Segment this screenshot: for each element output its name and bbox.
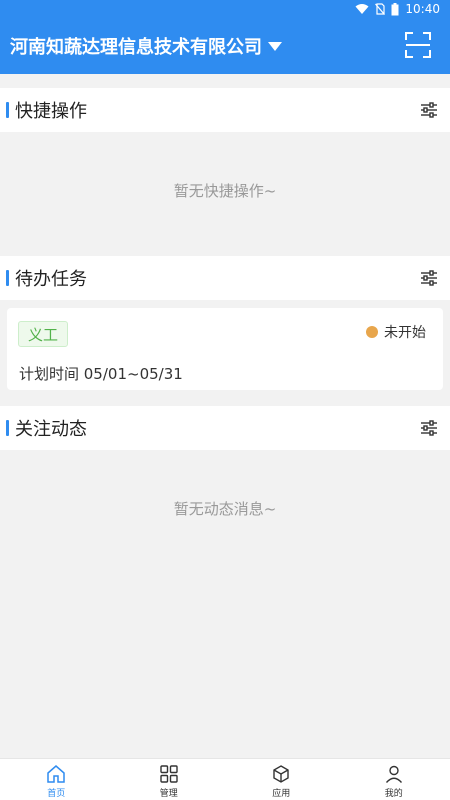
grid-icon <box>160 765 178 783</box>
tab-manage[interactable]: 管理 <box>113 759 226 800</box>
company-switcher[interactable]: 河南知蔬达理信息技术有限公司 <box>10 33 282 59</box>
home-icon <box>47 765 65 783</box>
no-sim-icon <box>375 3 386 15</box>
todo-title: 待办任务 <box>15 269 87 290</box>
status-dot-icon <box>366 326 378 338</box>
section-accent-bar <box>6 420 9 436</box>
caret-down-icon <box>268 41 282 51</box>
app-header: 河南知蔬达理信息技术有限公司 <box>0 18 450 74</box>
tab-apps[interactable]: 应用 <box>225 759 338 800</box>
follow-header: 关注动态 <box>0 406 450 450</box>
filter-settings-icon[interactable] <box>420 269 438 287</box>
section-accent-bar <box>6 102 9 118</box>
tab-apps-label: 应用 <box>272 789 291 799</box>
quick-actions-header: 快捷操作 <box>0 88 450 132</box>
cube-icon <box>273 765 289 783</box>
battery-icon <box>391 2 399 15</box>
follow-title: 关注动态 <box>15 419 87 440</box>
tab-mine[interactable]: 我的 <box>338 759 450 800</box>
wifi-icon <box>355 4 369 14</box>
section-accent-bar <box>6 270 9 286</box>
tab-mine-label: 我的 <box>384 789 403 799</box>
company-name: 河南知蔬达理信息技术有限公司 <box>10 37 262 58</box>
tab-home[interactable]: 首页 <box>0 759 113 800</box>
scan-icon[interactable] <box>404 31 432 59</box>
bottom-tab-bar: 首页 管理 应用 我的 <box>0 758 450 800</box>
follow-empty: 暂无动态消息~ <box>173 499 277 518</box>
filter-settings-icon[interactable] <box>420 101 438 119</box>
task-plan-time: 计划时间 05/01~05/31 <box>19 365 183 383</box>
status-bar: 10:40 <box>0 0 450 18</box>
tab-manage-label: 管理 <box>159 789 178 799</box>
quick-actions-empty: 暂无快捷操作~ <box>173 181 277 200</box>
todo-header: 待办任务 <box>0 256 450 300</box>
user-icon <box>385 765 402 783</box>
quick-actions-title: 快捷操作 <box>15 101 87 122</box>
task-status-label: 未开始 <box>384 325 426 341</box>
filter-settings-icon[interactable] <box>420 419 438 437</box>
status-time: 10:40 <box>405 2 440 16</box>
task-status: 未开始 <box>366 322 426 342</box>
task-tag: 义工 <box>18 321 69 347</box>
task-card[interactable]: 义工 未开始 计划时间 05/01~05/31 <box>7 308 443 390</box>
tab-home-label: 首页 <box>47 789 66 799</box>
